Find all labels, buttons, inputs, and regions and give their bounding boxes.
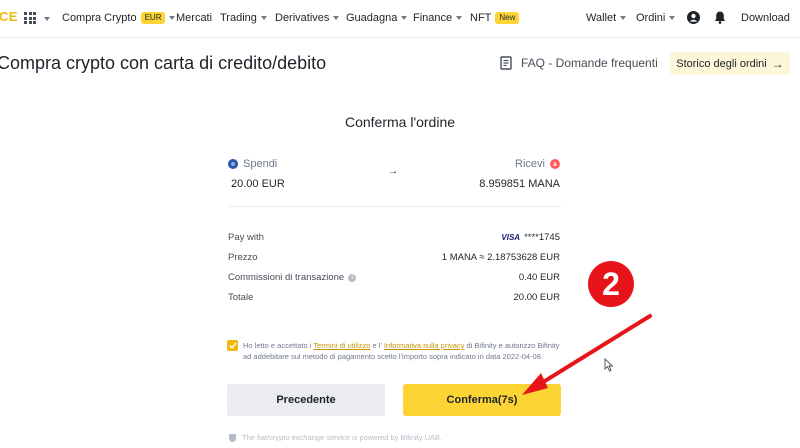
user-profile-button[interactable] bbox=[687, 11, 700, 24]
terms-text-part: Ho letto e accettato i bbox=[243, 341, 314, 350]
chevron-down-icon bbox=[401, 16, 408, 20]
notifications-button[interactable] bbox=[714, 11, 726, 24]
nav-item-label: NFT bbox=[470, 12, 492, 24]
detail-row-label: Totale bbox=[228, 292, 254, 303]
page-title: Compra crypto con carta di credito/debit… bbox=[0, 53, 327, 73]
nav-item-label: Download bbox=[741, 12, 790, 24]
top-nav-bar: CE Compra Crypto EUR Mercati Trading Der… bbox=[0, 0, 800, 38]
order-confirm-title: Conferma l'ordine bbox=[344, 114, 456, 130]
detail-row-label: Pay with bbox=[228, 232, 264, 243]
nav-item-derivatives[interactable]: Derivatives bbox=[275, 12, 340, 24]
nav-item-label: Mercati bbox=[176, 12, 213, 24]
confirm-button[interactable]: Conferma(7s) bbox=[403, 384, 561, 416]
nav-item-orders[interactable]: Ordini bbox=[636, 12, 676, 24]
privacy-policy-link[interactable]: Informativa sulla privacy bbox=[384, 341, 464, 350]
chevron-down-icon bbox=[456, 16, 463, 20]
nav-item-guadagna[interactable]: Guadagna bbox=[346, 12, 408, 24]
nav-item-finance[interactable]: Finance bbox=[413, 12, 463, 24]
new-badge: New bbox=[495, 12, 520, 24]
info-icon[interactable]: i bbox=[348, 273, 357, 282]
brand-logo[interactable]: CE bbox=[0, 9, 18, 24]
receive-label-text: Ricevi bbox=[515, 158, 545, 170]
card-number: ****1745 bbox=[524, 232, 560, 243]
divider bbox=[228, 206, 561, 207]
step-number-annotation: 2 bbox=[588, 261, 634, 307]
spend-label: Spendi bbox=[228, 158, 277, 170]
spend-amount: 20.00 EUR bbox=[231, 178, 285, 190]
nav-item-trading[interactable]: Trading bbox=[220, 12, 267, 24]
nav-item-compra-crypto[interactable]: Compra Crypto EUR bbox=[62, 12, 176, 24]
nav-item-mercati[interactable]: Mercati bbox=[176, 12, 212, 24]
terms-checkbox[interactable] bbox=[227, 340, 238, 351]
chevron-down-icon bbox=[169, 16, 176, 20]
download-link[interactable]: Download bbox=[741, 12, 790, 24]
total-value: 20.00 EUR bbox=[513, 292, 560, 303]
terms-of-use-link[interactable]: Termini di utilizzo bbox=[313, 341, 370, 350]
nav-item-nft[interactable]: NFT New bbox=[470, 12, 520, 24]
detail-row-label-fees: Commissioni di transazione i bbox=[228, 272, 357, 283]
nav-item-wallet[interactable]: Wallet bbox=[586, 12, 627, 24]
powered-by-note: The fiat/crypto exchange service is powe… bbox=[229, 433, 442, 442]
eur-coin-icon bbox=[228, 159, 238, 169]
visa-logo-icon: VISA bbox=[501, 233, 521, 242]
price-value: 1 MANA ≈ 2.18753628 EUR bbox=[441, 252, 560, 263]
chevron-down-icon bbox=[333, 16, 340, 20]
arrow-right-icon: → bbox=[771, 56, 784, 71]
currency-badge: EUR bbox=[140, 12, 166, 24]
order-history-label: Storico degli ordini bbox=[676, 57, 767, 70]
faq-link[interactable]: FAQ - Domande frequenti bbox=[500, 56, 658, 70]
nav-item-label: Derivatives bbox=[275, 12, 330, 24]
nav-item-label: Trading bbox=[220, 12, 257, 24]
arrow-right-icon: → bbox=[388, 166, 398, 177]
powered-by-text: The fiat/crypto exchange service is powe… bbox=[242, 433, 443, 442]
receive-label: Ricevi bbox=[515, 158, 560, 170]
nav-item-label: Compra Crypto bbox=[62, 12, 137, 24]
chevron-down-icon bbox=[669, 16, 676, 20]
previous-button[interactable]: Precedente bbox=[227, 384, 385, 416]
chevron-down-icon bbox=[620, 16, 627, 20]
nav-item-label: Guadagna bbox=[346, 12, 398, 24]
spend-label-text: Spendi bbox=[243, 158, 278, 170]
fees-value: 0.40 EUR bbox=[518, 272, 560, 283]
chevron-down-icon[interactable] bbox=[44, 17, 50, 21]
apps-grid-icon[interactable] bbox=[24, 12, 36, 24]
order-history-button[interactable]: Storico degli ordini → bbox=[670, 52, 790, 75]
mouse-cursor-icon bbox=[604, 358, 614, 372]
receive-amount: 8.959851 MANA bbox=[479, 178, 560, 190]
nav-item-label: Wallet bbox=[586, 12, 617, 24]
payment-method-value: VISA ****1745 bbox=[501, 232, 560, 243]
nav-item-label: Ordini bbox=[636, 12, 666, 24]
check-icon bbox=[228, 342, 237, 349]
fees-label: Commissioni di transazione bbox=[228, 272, 345, 283]
bell-icon bbox=[714, 11, 726, 24]
mana-coin-icon bbox=[550, 159, 560, 169]
nav-item-label: Finance bbox=[413, 12, 453, 24]
terms-text: Ho letto e accettato i Termini di utiliz… bbox=[243, 340, 563, 362]
faq-document-icon bbox=[500, 56, 512, 70]
shield-icon bbox=[229, 433, 236, 442]
chevron-down-icon bbox=[260, 16, 267, 20]
user-icon bbox=[687, 11, 700, 24]
faq-label: FAQ - Domande frequenti bbox=[521, 56, 658, 70]
terms-text-part: e l' bbox=[370, 341, 384, 350]
detail-row-label: Prezzo bbox=[228, 252, 258, 263]
